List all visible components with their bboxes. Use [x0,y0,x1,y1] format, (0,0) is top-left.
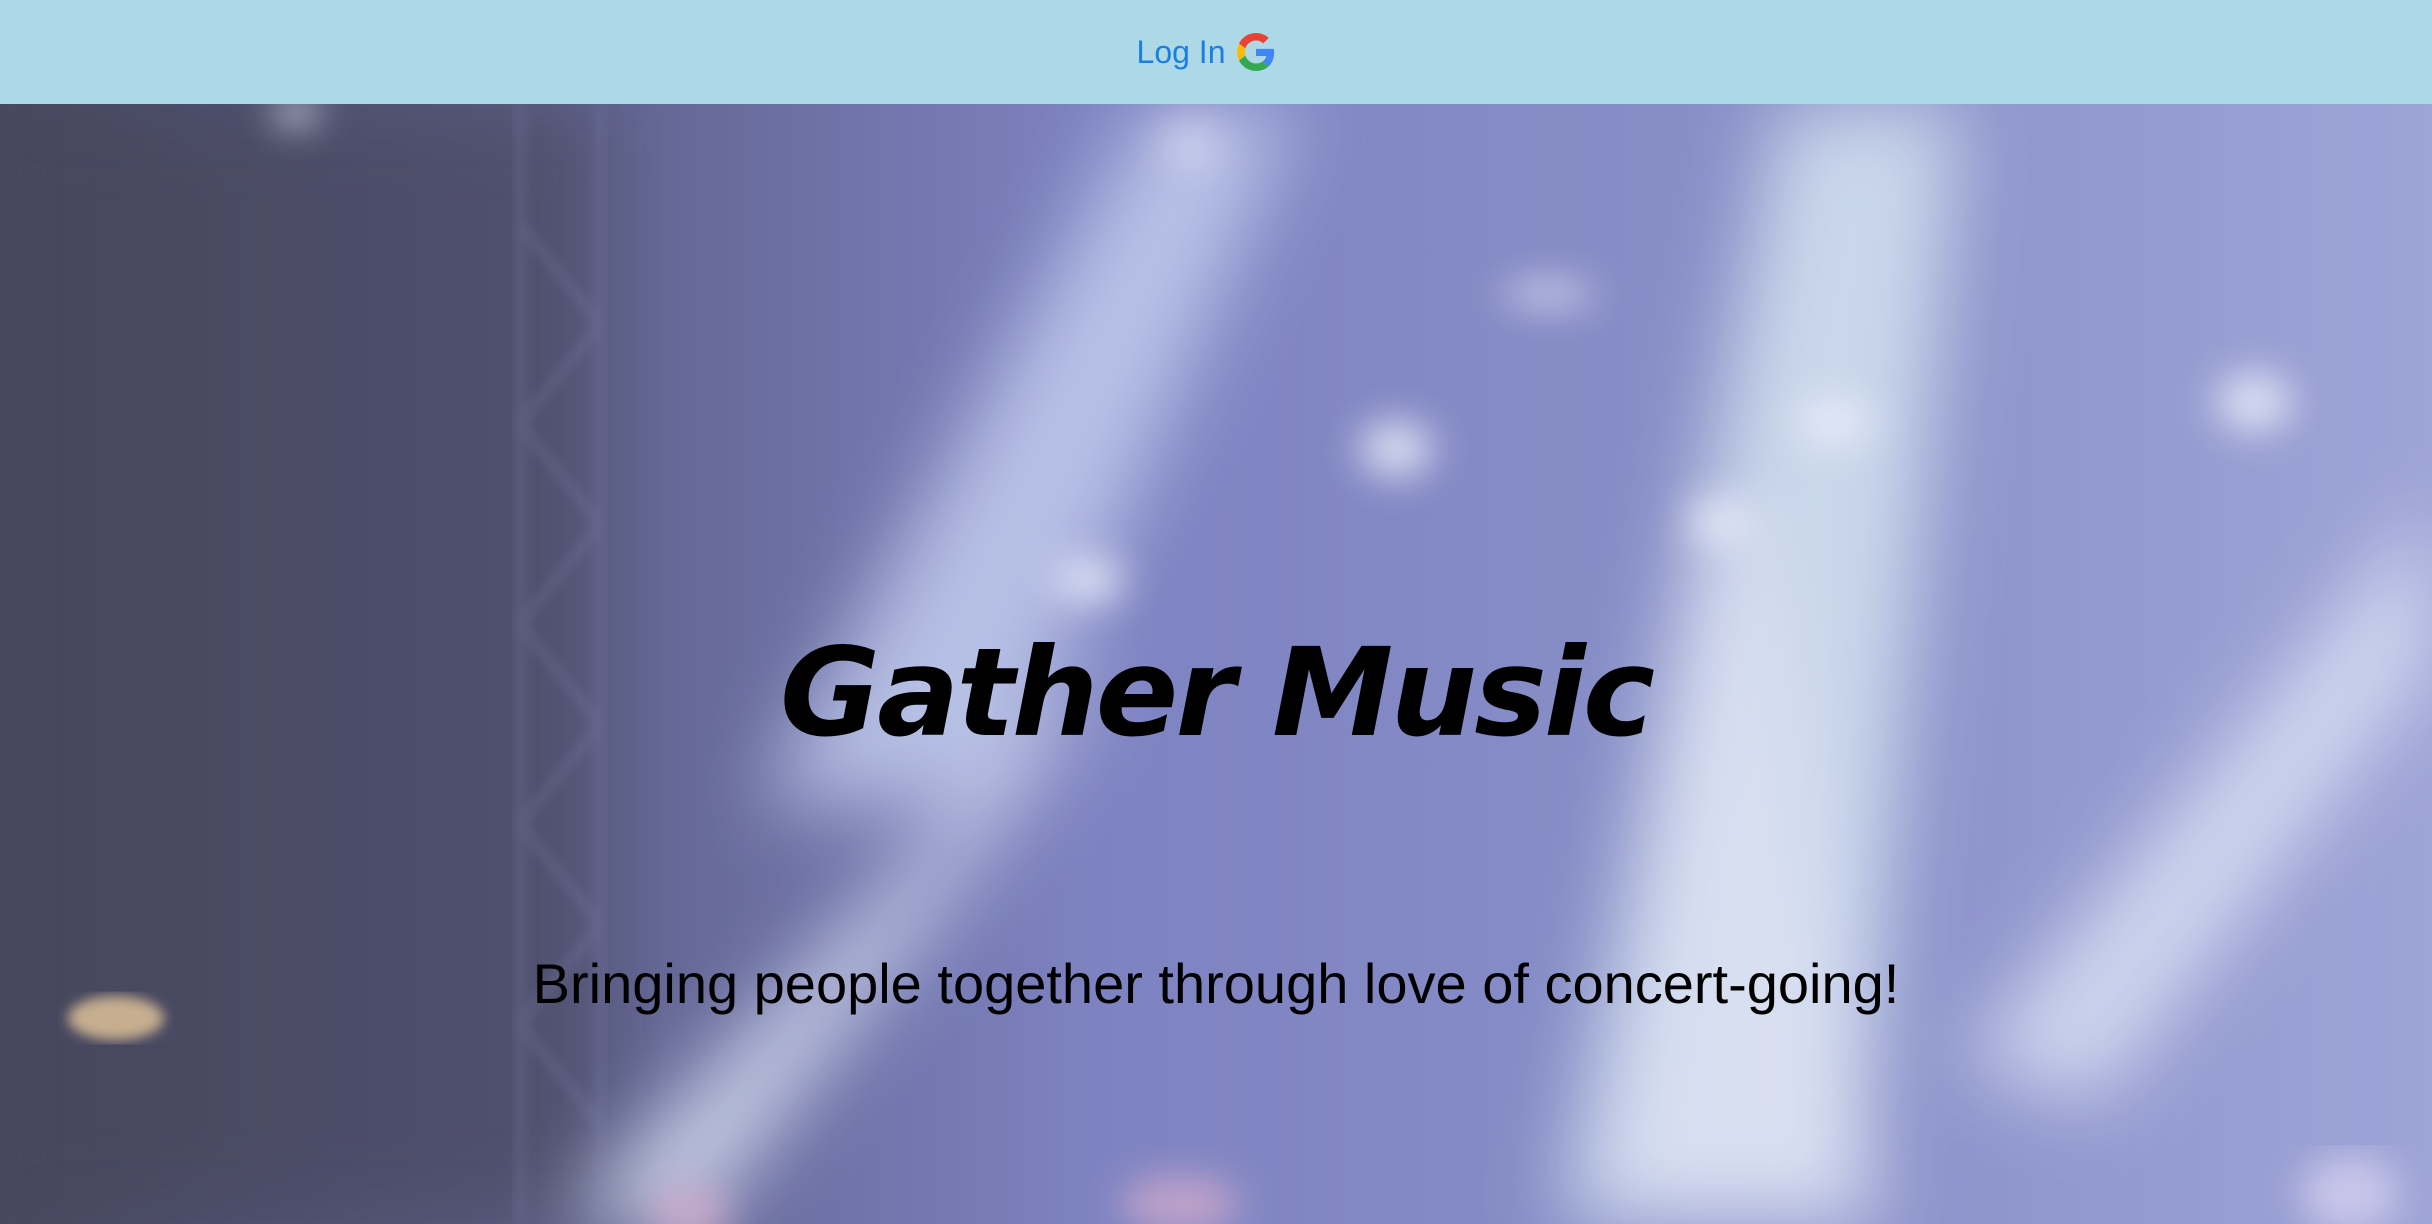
login-label: Log In [1136,33,1226,70]
google-icon [1237,33,1275,71]
login-button[interactable]: Log In [1137,33,1276,71]
hero-section: Gather Music Bringing people together th… [0,104,2432,1224]
top-navbar: Log In [0,0,2432,104]
hero-tagline: Bringing people together through love of… [532,952,1900,1015]
hero-title: Gather Music [779,622,1655,764]
